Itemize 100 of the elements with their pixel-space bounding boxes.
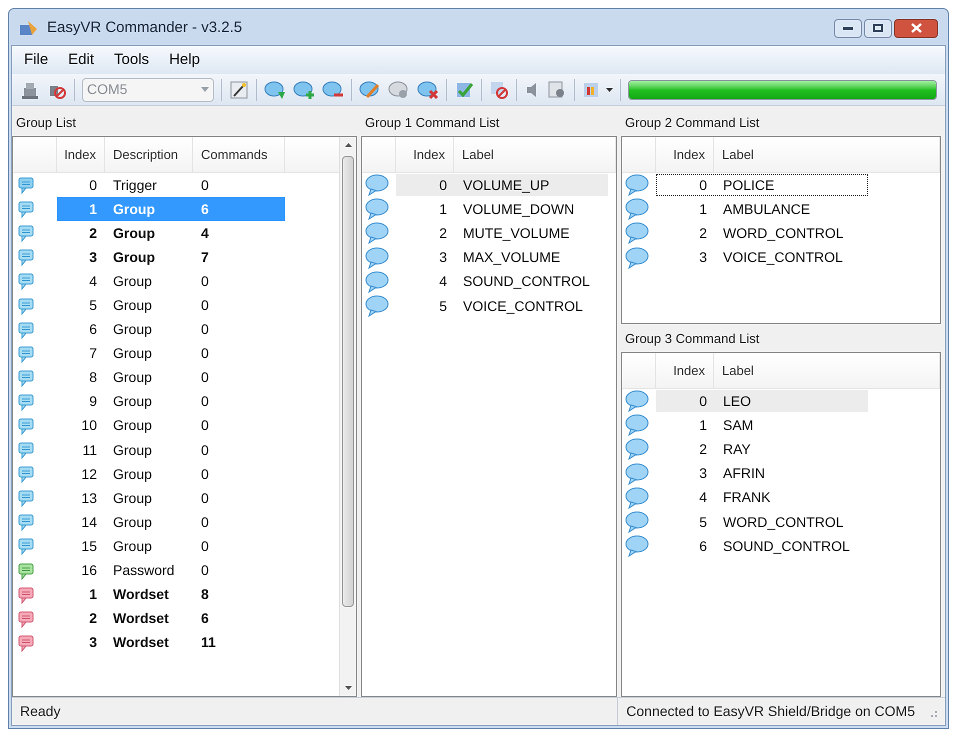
speech-bubble-icon <box>625 174 649 196</box>
panel-title: Group 3 Command List <box>624 330 760 348</box>
list-row[interactable]: 2 MUTE_VOLUME <box>396 222 608 244</box>
list-row[interactable]: 14 Group 0 <box>57 510 285 534</box>
list-row[interactable]: 6 SOUND_CONTROL <box>656 535 868 558</box>
column-header[interactable]: Index <box>656 353 714 388</box>
list-row[interactable]: 5 Group 0 <box>57 293 285 318</box>
minimize-button[interactable] <box>834 18 862 38</box>
list-row[interactable]: 8 Group 0 <box>57 366 285 390</box>
list-row[interactable]: 0 LEO <box>656 390 868 412</box>
list-row[interactable]: 5 WORD_CONTROL <box>656 511 868 534</box>
list-row[interactable]: 3 Wordset 11 <box>57 630 285 655</box>
speech-bubble-icon <box>18 320 34 339</box>
close-button[interactable] <box>894 18 938 38</box>
list-row[interactable]: 3 VOICE_CONTROL <box>656 246 868 269</box>
speech-bubble-down-icon[interactable] <box>264 80 286 100</box>
list-row[interactable]: 1 AMBULANCE <box>656 198 868 220</box>
column-header[interactable]: Label <box>714 137 940 172</box>
list-row[interactable]: 0 POLICE <box>656 174 868 196</box>
list-row[interactable]: 2 RAY <box>656 438 868 460</box>
index-cell-text: 1 <box>438 200 448 219</box>
list-row[interactable]: 6 Group 0 <box>57 318 285 342</box>
commands-cell-text: 0 <box>200 536 210 556</box>
column-header[interactable]: Label <box>714 353 940 388</box>
commands-cell-text: 0 <box>200 176 210 195</box>
menu-item[interactable]: Edit <box>60 48 102 72</box>
list-row[interactable]: 15 Group 0 <box>57 534 285 558</box>
list-row[interactable]: 0 Trigger 0 <box>57 173 285 198</box>
menu-item[interactable]: Tools <box>106 48 158 72</box>
window-title: EasyVR Commander - v3.2.5 <box>47 18 242 38</box>
index-cell-text: 0 <box>698 176 708 195</box>
menu-item[interactable]: Help <box>161 48 208 72</box>
close-icon <box>910 23 922 33</box>
list-row[interactable]: 3 AFRIN <box>656 462 868 485</box>
connection-status: Connected to EasyVR Shield/Bridge on COM5 <box>617 698 923 725</box>
column-header[interactable]: Index <box>656 137 714 172</box>
index-cell-text: 1 <box>88 585 98 604</box>
label-cell-text: WORD_CONTROL <box>722 512 844 532</box>
scrollbar[interactable] <box>339 137 356 696</box>
stop-icon[interactable] <box>489 80 509 100</box>
index-cell-text: 8 <box>88 368 98 388</box>
index-cell-text: 2 <box>698 224 708 243</box>
list-row[interactable]: 1 VOLUME_DOWN <box>396 198 608 220</box>
list-row[interactable]: 9 Group 0 <box>57 390 285 414</box>
list-row[interactable]: 4 SOUND_CONTROL <box>396 270 608 293</box>
speech-bubble-delete-icon[interactable] <box>417 80 439 100</box>
commands-cell-text: 0 <box>200 296 210 316</box>
menu-item[interactable]: File <box>16 48 56 72</box>
speech-bubble-add-icon[interactable] <box>293 80 315 100</box>
list-row[interactable]: 12 Group 0 <box>57 462 285 486</box>
description-cell-text: Wordset <box>112 585 170 604</box>
list-row[interactable]: 1 Wordset 8 <box>57 582 285 607</box>
index-cell-text: 14 <box>80 512 98 532</box>
list-row[interactable]: 11 Group 0 <box>57 438 285 462</box>
commands-cell-text: 0 <box>200 392 210 412</box>
panel-title: Group 2 Command List <box>624 114 760 132</box>
speech-bubble-edit-icon[interactable] <box>359 80 381 100</box>
label-cell-text: POLICE <box>722 176 774 195</box>
commands-cell-text: 11 <box>200 633 217 652</box>
list-row[interactable]: 2 Group 4 <box>57 221 285 246</box>
index-cell-text: 4 <box>88 272 98 291</box>
wand-icon[interactable] <box>229 80 249 100</box>
speech-bubble-icon <box>625 222 649 244</box>
column-header[interactable]: Index <box>57 137 105 172</box>
list-row[interactable]: 4 FRANK <box>656 486 868 509</box>
index-cell-text: 3 <box>88 633 98 652</box>
list-row[interactable]: 4 Group 0 <box>57 269 285 294</box>
column-header[interactable]: Description <box>105 137 193 172</box>
column-header[interactable]: Index <box>396 137 454 172</box>
list-row[interactable]: 7 Group 0 <box>57 342 285 366</box>
speech-bubble-icon <box>625 535 649 558</box>
column-header[interactable]: Label <box>454 137 616 172</box>
description-cell-text: Group <box>112 536 153 556</box>
label-cell-text: MAX_VOLUME <box>462 248 560 268</box>
list-row[interactable]: 13 Group 0 <box>57 486 285 510</box>
speech-bubble-icon <box>18 634 34 652</box>
label-cell-text: VOICE_CONTROL <box>722 248 843 268</box>
list-row[interactable]: 2 Wordset 6 <box>57 606 285 631</box>
scroll-thumb[interactable] <box>342 156 354 607</box>
commands-cell-text: 0 <box>200 464 210 484</box>
list-row[interactable]: 0 VOLUME_UP <box>396 174 608 196</box>
list-row[interactable]: 16 Password 0 <box>57 558 285 583</box>
description-cell-text: Group <box>112 512 153 532</box>
commands-cell-text: 6 <box>200 609 210 628</box>
speech-bubble-remove-icon[interactable] <box>322 80 344 100</box>
commands-cell-text: 0 <box>200 272 210 291</box>
list-row[interactable]: 10 Group 0 <box>57 414 285 438</box>
resize-grip-icon[interactable] <box>931 711 937 717</box>
column-header[interactable]: Commands <box>193 137 285 172</box>
commands-cell-text: 0 <box>200 344 210 364</box>
list-row[interactable]: 3 Group 7 <box>57 245 285 270</box>
list-row[interactable]: 5 VOICE_CONTROL <box>396 295 608 318</box>
index-cell-text: 2 <box>88 224 98 243</box>
list-row[interactable]: 1 SAM <box>656 414 868 436</box>
label-cell-text: SOUND_CONTROL <box>462 272 590 292</box>
list-row[interactable]: 3 MAX_VOLUME <box>396 246 608 269</box>
maximize-button[interactable] <box>864 18 892 38</box>
description-cell-text: Trigger <box>112 176 158 195</box>
speech-bubble-icon <box>18 248 34 266</box>
list-row[interactable]: 2 WORD_CONTROL <box>656 222 868 244</box>
